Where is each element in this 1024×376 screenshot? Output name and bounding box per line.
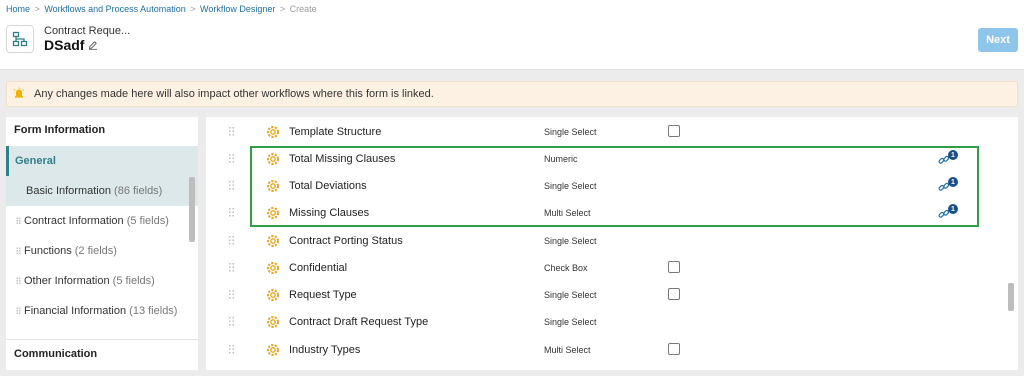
warning-text: Any changes made here will also impact o…: [34, 88, 434, 100]
field-name: Confidential: [289, 262, 348, 274]
sidebar-item-label: Contract Information: [24, 215, 124, 227]
breadcrumb-current: Create: [289, 4, 317, 14]
field-checkbox[interactable]: [668, 343, 680, 355]
settings-icon: [267, 316, 279, 328]
drag-handle-icon[interactable]: [228, 180, 235, 190]
field-row: Total Deviations Single Select 1: [206, 172, 1006, 199]
breadcrumb-separator: >: [279, 4, 286, 14]
sidebar-item-financial-information[interactable]: Financial Information (13 fields): [6, 296, 198, 326]
field-name: Total Deviations: [289, 180, 367, 192]
settings-icon: [267, 289, 279, 301]
drag-handle-icon[interactable]: [228, 126, 235, 136]
field-type: Multi Select: [544, 208, 591, 218]
field-row: Confidential Check Box: [206, 254, 1006, 281]
breadcrumb-workflow-designer[interactable]: Workflow Designer: [200, 4, 275, 14]
warning-icon: [13, 87, 25, 102]
sidebar-item-label: Financial Information: [24, 305, 127, 317]
field-name: Missing Clauses: [289, 207, 370, 219]
field-type: Single Select: [544, 127, 597, 137]
drag-handle-icon[interactable]: [16, 217, 21, 225]
breadcrumb-separator: >: [190, 4, 196, 14]
drag-handle-icon[interactable]: [16, 307, 21, 315]
sidebar-item-count: (5 fields): [112, 275, 155, 287]
field-row: Missing Clauses Multi Select 1: [206, 199, 1006, 226]
pencil-icon[interactable]: [88, 40, 98, 50]
sidebar-item-count: (13 fields): [129, 305, 178, 317]
drag-handle-icon[interactable]: [16, 247, 21, 255]
field-row: Template Structure Single Select: [206, 118, 1006, 145]
sidebar-header: Form Information: [14, 124, 106, 136]
field-type: Single Select: [544, 290, 597, 300]
drag-handle-icon[interactable]: [16, 277, 21, 285]
breadcrumb-separator: >: [34, 4, 40, 14]
link-count-badge: 1: [948, 150, 958, 160]
form-title: DSadf: [44, 37, 98, 53]
settings-icon: [267, 153, 279, 165]
settings-icon: [267, 262, 279, 274]
settings-icon: [267, 180, 279, 192]
settings-icon: [267, 344, 279, 356]
field-type: Single Select: [544, 317, 597, 327]
sidebar-item-other-information[interactable]: Other Information (5 fields): [6, 266, 198, 296]
linked-workflows-indicator[interactable]: 1: [938, 177, 962, 193]
linked-workflows-indicator[interactable]: 1: [938, 150, 962, 166]
settings-icon: [267, 235, 279, 247]
sidebar-item-count: (86 fields): [114, 185, 163, 197]
field-checkbox[interactable]: [668, 261, 680, 273]
sidebar-item-label: Functions: [24, 245, 72, 257]
drag-handle-icon[interactable]: [228, 235, 235, 245]
drag-handle-icon[interactable]: [228, 289, 235, 299]
sidebar-item-count: (5 fields): [126, 215, 169, 227]
field-type: Numeric: [544, 154, 578, 164]
breadcrumb-workflows[interactable]: Workflows and Process Automation: [44, 4, 185, 14]
field-row: Contract Porting Status Single Select: [206, 227, 1006, 254]
form-sections-sidebar: Form Information General Basic Informati…: [6, 117, 198, 370]
settings-icon: [267, 126, 279, 138]
field-row: Industry Types Multi Select: [206, 336, 1006, 363]
top-bar: Home > Workflows and Process Automation …: [0, 0, 1024, 70]
form-subtitle: Contract Reque...: [44, 25, 131, 37]
drag-handle-icon[interactable]: [228, 262, 235, 272]
sidebar-section-general[interactable]: General: [6, 146, 198, 176]
field-type: Single Select: [544, 181, 597, 191]
link-count-badge: 1: [948, 204, 958, 214]
field-type: Single Select: [544, 236, 597, 246]
sidebar-item-basic-information[interactable]: Basic Information (86 fields): [6, 176, 198, 206]
sidebar-item-label: Other Information: [24, 275, 110, 287]
field-row: Request Type Single Select: [206, 281, 1006, 308]
field-checkbox[interactable]: [668, 125, 680, 137]
form-title-text: DSadf: [44, 37, 85, 53]
field-name: Contract Draft Request Type: [289, 316, 429, 328]
drag-handle-icon[interactable]: [228, 153, 235, 163]
field-row: Total Missing Clauses Numeric 1: [206, 145, 1006, 172]
drag-handle-icon[interactable]: [228, 207, 235, 217]
field-name: Request Type: [289, 289, 357, 301]
field-checkbox[interactable]: [668, 288, 680, 300]
field-type: Multi Select: [544, 345, 591, 355]
field-type: Check Box: [544, 263, 588, 273]
breadcrumb-home[interactable]: Home: [6, 4, 30, 14]
sidebar-scrollbar[interactable]: [189, 177, 195, 242]
sidebar-item-label: Basic Information: [26, 185, 111, 197]
warning-banner: Any changes made here will also impact o…: [6, 81, 1018, 107]
field-name: Total Missing Clauses: [289, 153, 396, 165]
field-list-panel: Template Structure Single Select Total M…: [206, 117, 1018, 370]
drag-handle-icon[interactable]: [228, 344, 235, 354]
linked-workflows-indicator[interactable]: 1: [938, 204, 962, 220]
link-count-badge: 1: [948, 177, 958, 187]
field-row: Contract Draft Request Type Single Selec…: [206, 308, 1006, 335]
breadcrumb: Home > Workflows and Process Automation …: [6, 4, 317, 14]
field-list-scrollbar[interactable]: [1008, 283, 1014, 311]
settings-icon: [267, 207, 279, 219]
workflow-icon: [6, 25, 34, 53]
sidebar-item-contract-information[interactable]: Contract Information (5 fields): [6, 206, 198, 236]
sidebar-item-communication[interactable]: Communication: [6, 340, 198, 370]
field-name: Industry Types: [289, 344, 361, 356]
next-button[interactable]: Next: [978, 28, 1018, 52]
drag-handle-icon[interactable]: [228, 316, 235, 326]
sidebar-item-functions[interactable]: Functions (2 fields): [6, 236, 198, 266]
field-name: Contract Porting Status: [289, 235, 403, 247]
field-name: Template Structure: [289, 126, 382, 138]
sidebar-item-count: (2 fields): [74, 245, 117, 257]
